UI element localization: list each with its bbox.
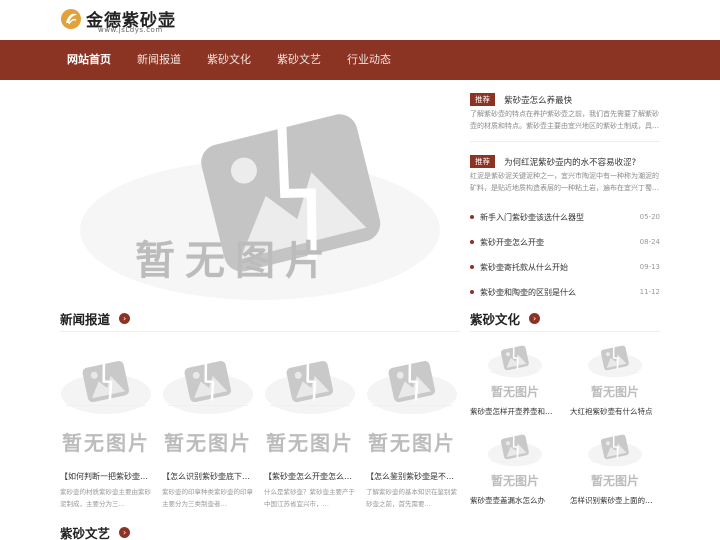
thumb-title[interactable]: 大红袍紫砂壶有什么特点 [570,406,660,417]
thumb-image[interactable]: 暂无图片 [470,433,560,491]
list-item-date: 08-24 [639,238,660,246]
thumb-title[interactable]: 怎样识别紫砂壶上面的… [570,495,660,506]
recommend-badge: 推荐 [470,93,495,106]
news-card[interactable]: 暂无图片 【怎么识别紫砂壶底下… 紫砂壶的印章种类紫砂壶的印章主要分为三类制壶者… [162,340,254,510]
card-desc: 了解紫砂壶的基本知识在鉴别紫砂壶之前，首先需要… [366,488,457,508]
card-desc: 紫砂壶的印章种类紫砂壶的印章主要分为三类制壶者… [162,488,253,508]
hero-placeholder-text: 暂无图片 [135,237,335,284]
list-item-title[interactable]: 新手入门紫砂壶该选什么器型 [480,205,584,230]
placeholder-text: 暂无图片 [491,473,539,488]
list-item[interactable]: 紫砂开壶怎么开壶 08-24 [470,230,660,255]
recommend-desc: 红泥是紫砂泥关键泥种之一，宜兴市陶泥中有一种称为潮泥的矿料，是贴近地质构造表层的… [470,172,659,192]
main-nav: 网站首页 新闻报道 紫砂文化 紫砂文艺 行业动态 [0,40,720,80]
thumb-image[interactable]: 暂无图片 [570,344,660,402]
placeholder-text: 暂无图片 [368,431,456,455]
card-image[interactable]: 暂无图片 [264,340,356,465]
culture-thumb[interactable]: 暂无图片 怎样识别紫砂壶上面的… [570,433,660,506]
news-card[interactable]: 暂无图片 【怎么鉴别紫砂壶是不… 了解紫砂壶的基本知识在鉴别紫砂壶之前，首先需要… [366,340,458,510]
section-arts-header: 紫砂文艺 › [60,522,460,540]
divider [470,141,660,142]
list-item-title[interactable]: 紫砂壶寄托款从什么开始 [480,255,568,280]
placeholder-text: 暂无图片 [164,431,252,455]
news-card[interactable]: 暂无图片 【如何判断一把紫砂壶… 紫砂壶的材质紫砂壶主要由紫砂泥制成，主要分为三… [60,340,152,510]
arrow-right-icon[interactable]: › [119,313,131,324]
placeholder-text: 暂无图片 [591,473,639,488]
card-image[interactable]: 暂无图片 [162,340,254,465]
recommend-item[interactable]: 推荐 为何红泥紫砂壶内的水不容易收涩? 红泥是紫砂泥关键泥种之一，宜兴市陶泥中有… [470,151,660,194]
image-placeholder-icon: 暂无图片 [162,357,254,455]
recommend-title[interactable]: 紫砂壶怎么养最快 [504,94,572,106]
recommend-title[interactable]: 为何红泥紫砂壶内的水不容易收涩? [504,156,636,168]
bullet-icon [470,240,474,244]
nav-culture[interactable]: 紫砂文化 [207,40,251,80]
thumb-title[interactable]: 紫砂壶壶盖漏水怎么办 [470,495,560,506]
card-image[interactable]: 暂无图片 [60,340,152,465]
hero-image[interactable]: 暂无图片 [60,80,460,310]
culture-thumb[interactable]: 暂无图片 大红袍紫砂壶有什么特点 [570,344,660,417]
image-placeholder-icon: 暂无图片 [487,344,543,399]
site-domain: www.jsLdys.com [98,26,163,34]
card-title[interactable]: 【怎么识别紫砂壶底下… [162,471,254,482]
nav-home[interactable]: 网站首页 [67,40,111,80]
thumb-title[interactable]: 紫砂壶怎样开壶养壶和… [470,406,560,417]
image-placeholder-icon: 暂无图片 [587,344,643,399]
card-desc: 紫砂壶的材质紫砂壶主要由紫砂泥制成，主要分为三… [60,488,151,508]
section-title[interactable]: 紫砂文化 [470,309,520,328]
image-placeholder-icon: 暂无图片 [264,357,356,455]
list-item-title[interactable]: 紫砂开壶怎么开壶 [480,230,544,255]
card-title[interactable]: 【怎么鉴别紫砂壶是不… [366,471,458,482]
card-image[interactable]: 暂无图片 [366,340,458,465]
section-culture-header: 紫砂文化 › [470,308,660,332]
placeholder-text: 暂无图片 [591,384,639,399]
site-logo[interactable]: 金德紫砂壶 www.jsLdys.com [60,6,200,36]
section-title[interactable]: 新闻报道 [60,309,110,328]
card-desc: 什么是紫砂壶？紫砂壶主要产于中国江苏省宜兴市，… [264,488,355,508]
placeholder-text: 暂无图片 [266,431,354,455]
culture-thumb[interactable]: 暂无图片 紫砂壶怎样开壶养壶和… [470,344,560,417]
thumb-image[interactable]: 暂无图片 [570,433,660,491]
thumb-image[interactable]: 暂无图片 [470,344,560,402]
arrow-right-icon[interactable]: › [119,527,131,538]
image-placeholder-icon: 暂无图片 [366,357,458,455]
list-item-title[interactable]: 紫砂壶和陶壶的区别是什么 [480,280,576,305]
nav-arts[interactable]: 紫砂文艺 [277,40,321,80]
list-item-date: 11-12 [639,288,660,296]
bullet-icon [470,290,474,294]
image-placeholder-icon: 暂无图片 [487,433,543,488]
bullet-icon [470,265,474,269]
nav-news[interactable]: 新闻报道 [137,40,181,80]
top-header: 金德紫砂壶 www.jsLdys.com [0,0,720,40]
card-title[interactable]: 【紫砂壶怎么开壶怎么… [264,471,356,482]
image-placeholder-icon: 暂无图片 [60,357,152,455]
card-title[interactable]: 【如何判断一把紫砂壶… [60,471,152,482]
logo-icon [61,9,81,29]
list-item-date: 09-13 [639,263,660,271]
placeholder-text: 暂无图片 [62,431,150,455]
recommend-badge: 推荐 [470,155,495,168]
list-item[interactable]: 紫砂壶寄托款从什么开始 09-13 [470,255,660,280]
bullet-icon [470,215,474,219]
list-item-date: 05-20 [639,213,660,221]
culture-thumb[interactable]: 暂无图片 紫砂壶壶盖漏水怎么办 [470,433,560,506]
section-title[interactable]: 紫砂文艺 [60,523,110,540]
recommend-item[interactable]: 推荐 紫砂壶怎么养最快 了解紫砂壶的特点在养护紫砂壶之前，我们首先需要了解紫砂壶… [470,89,660,132]
list-item[interactable]: 新手入门紫砂壶该选什么器型 05-20 [470,205,660,230]
news-card[interactable]: 暂无图片 【紫砂壶怎么开壶怎么… 什么是紫砂壶？紫砂壶主要产于中国江苏省宜兴市，… [264,340,356,510]
news-list: 新手入门紫砂壶该选什么器型 05-20 紫砂开壶怎么开壶 08-24 紫砂壶寄托… [470,205,660,305]
arrow-right-icon[interactable]: › [529,313,541,324]
nav-industry[interactable]: 行业动态 [347,40,391,80]
list-item[interactable]: 紫砂壶和陶壶的区别是什么 11-12 [470,280,660,305]
placeholder-text: 暂无图片 [491,384,539,399]
image-placeholder-icon: 暂无图片 [587,433,643,488]
recommend-desc: 了解紫砂壶的特点在养护紫砂壶之前，我们首先需要了解紫砂壶的材质和特点。紫砂壶主要… [470,110,659,130]
section-news-header: 新闻报道 › [60,308,460,332]
